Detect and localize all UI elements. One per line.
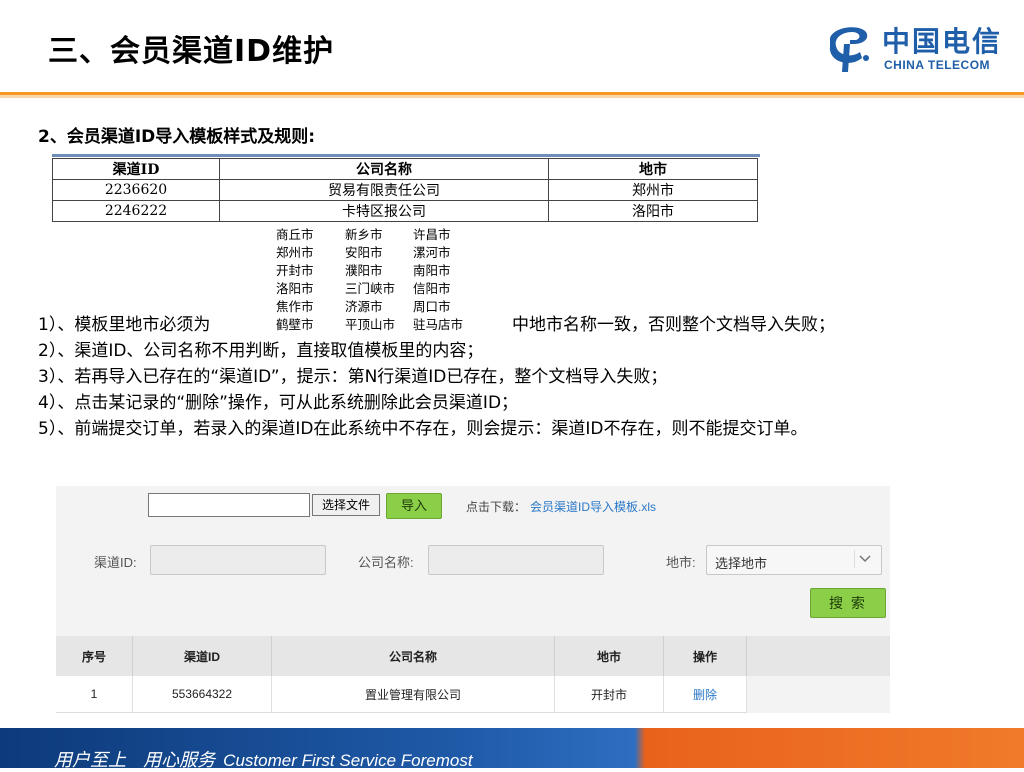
footer-slogan-en: Customer First Service Foremost [223, 751, 473, 770]
section-subtitle: 2、会员渠道ID导入模板样式及规则: [38, 127, 316, 147]
city-name: 周口市 [413, 299, 451, 314]
template-cell: 郑州市 [548, 179, 758, 201]
template-cell: 2246222 [52, 200, 220, 222]
rule-1-suffix: 中地市名称一致，否则整个文档导入失败； [512, 315, 835, 335]
header-divider [0, 92, 1024, 98]
import-button[interactable]: 导入 [386, 493, 442, 519]
city-select[interactable]: 选择地市 [706, 545, 882, 575]
table-row-spacer [746, 676, 890, 713]
template-row: 2236620 贸易有限责任公司 郑州市 [52, 179, 758, 201]
table-header-spacer [746, 636, 890, 676]
city-name: 商丘市 [276, 227, 314, 242]
city-row: 洛阳市 三门峡市 信阳市 [276, 280, 482, 298]
rule-1-prefix: 1）、模板里地市必须为 [38, 315, 211, 335]
city-name: 安阳市 [345, 245, 383, 260]
city-name: 漯河市 [413, 245, 451, 260]
template-header-cell: 公司名称 [219, 158, 549, 180]
city-name: 焦作市 [276, 299, 314, 314]
table-cell-company: 置业管理有限公司 [271, 676, 555, 713]
city-name: 新乡市 [345, 227, 383, 242]
table-cell-city: 开封市 [554, 676, 664, 713]
template-row: 2246222 卡特区报公司 洛阳市 [52, 200, 758, 222]
table-cell-channel-id: 553664322 [132, 676, 272, 713]
telecom-swirl-icon [829, 27, 869, 72]
table-cell-op: 删除 [663, 676, 747, 713]
template-header-row: 渠道ID 公司名称 地市 [52, 158, 758, 180]
table-cell-index: 1 [56, 676, 133, 713]
channel-id-label: 渠道ID: [94, 555, 137, 570]
china-telecom-logo: 中国电信 CHINA TELECOM [820, 18, 1010, 78]
logo-cn-text: 中国电信 [882, 25, 1003, 58]
city-name: 郑州市 [276, 245, 314, 260]
city-name: 驻马店市 [413, 317, 464, 332]
channel-id-table: 序号 渠道ID 公司名称 地市 操作 1 553664322 置业管理有限公司 … [56, 636, 890, 713]
channel-id-input[interactable] [150, 545, 326, 575]
city-name: 信阳市 [413, 281, 451, 296]
rule-4: 4）、点击某记录的“删除”操作，可从此系统删除此会员渠道ID； [38, 393, 519, 413]
template-cell: 贸易有限责任公司 [219, 179, 549, 201]
city-name: 洛阳市 [276, 281, 314, 296]
template-cell: 2236620 [52, 179, 220, 201]
city-select-value: 选择地市 [715, 556, 768, 571]
city-name: 许昌市 [413, 227, 451, 242]
download-label: 点击下载： [466, 500, 527, 514]
company-name-input[interactable] [428, 545, 604, 575]
footer-slogan: 用户至上 用心服务 Customer First Service Foremost [54, 746, 473, 772]
table-top-border [52, 154, 760, 157]
logo-en-text: CHINA TELECOM [884, 58, 991, 72]
company-name-label: 公司名称: [358, 555, 414, 570]
city-name: 鹤壁市 [276, 317, 314, 332]
template-cell: 洛阳市 [548, 200, 758, 222]
city-row: 开封市 濮阳市 南阳市 [276, 262, 482, 280]
chevron-down-icon [854, 550, 875, 568]
table-header-cell: 渠道ID [132, 636, 272, 676]
choose-file-button[interactable]: 选择文件 [312, 494, 380, 516]
template-header-cell: 渠道ID [52, 158, 220, 180]
city-row: 郑州市 安阳市 漯河市 [276, 244, 482, 262]
city-name: 濮阳市 [345, 263, 383, 278]
rule-2: 2）、渠道ID、公司名称不用判断，直接取值模板里的内容； [38, 341, 484, 361]
template-cell: 卡特区报公司 [219, 200, 549, 222]
file-path-input[interactable] [148, 493, 310, 517]
city-name: 济源市 [345, 299, 383, 314]
template-header-cell: 地市 [548, 158, 758, 180]
page-title: 三、会员渠道ID维护 [48, 34, 335, 69]
download-template-link[interactable]: 会员渠道ID导入模板.xls [530, 498, 656, 515]
city-name: 南阳市 [413, 263, 451, 278]
table-row: 1 553664322 置业管理有限公司 开封市 删除 [56, 676, 890, 713]
city-row: 鹤壁市 平顶山市 驻马店市 [276, 316, 482, 334]
table-header-cell: 公司名称 [271, 636, 555, 676]
city-name: 平顶山市 [345, 317, 396, 332]
table-header-row: 序号 渠道ID 公司名称 地市 操作 [56, 636, 890, 676]
city-row: 焦作市 济源市 周口市 [276, 298, 482, 316]
search-button[interactable]: 搜 索 [810, 588, 886, 618]
table-header-cell: 序号 [56, 636, 133, 676]
delete-link[interactable]: 删除 [693, 688, 717, 702]
city-row: 商丘市 新乡市 许昌市 [276, 226, 482, 244]
city-name: 三门峡市 [345, 281, 396, 296]
rule-5: 5）、前端提交订单，若录入的渠道ID在此系统中不存在，则会提示：渠道ID不存在，… [38, 419, 808, 439]
template-table: 渠道ID 公司名称 地市 2236620 贸易有限责任公司 郑州市 224622… [52, 158, 758, 222]
city-name: 开封市 [276, 263, 314, 278]
channel-id-admin-panel: 选择文件 导入 点击下载： 会员渠道ID导入模板.xls 渠道ID: 公司名称:… [56, 486, 890, 713]
table-header-cell: 地市 [554, 636, 664, 676]
rule-3: 3）、若再导入已存在的“渠道ID”，提示：第N行渠道ID已存在，整个文档导入失败… [38, 367, 668, 387]
city-label: 地市: [666, 555, 696, 570]
table-header-cell: 操作 [663, 636, 747, 676]
city-list: 商丘市 新乡市 许昌市 郑州市 安阳市 漯河市 开封市 濮阳市 南阳市 洛阳市 … [276, 226, 482, 334]
